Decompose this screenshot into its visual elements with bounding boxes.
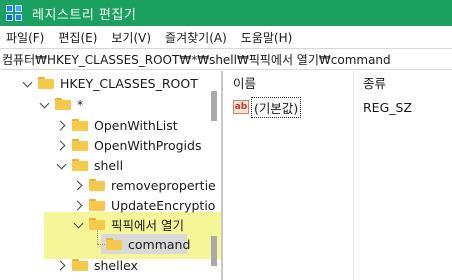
title-bar: 레지스트리 편집기 bbox=[0, 0, 452, 26]
registry-app-icon bbox=[6, 5, 22, 21]
tree-scrollbar[interactable] bbox=[211, 83, 217, 280]
value-name[interactable]: (기본값) bbox=[251, 96, 302, 118]
tree-node-hkcr[interactable]: HKEY_CLASSES_ROOT bbox=[22, 73, 198, 93]
column-header-name[interactable]: 이름 bbox=[233, 71, 256, 93]
collapse-arrow-icon[interactable] bbox=[73, 218, 85, 230]
expand-arrow-icon[interactable] bbox=[56, 259, 68, 271]
expand-arrow-icon[interactable] bbox=[73, 179, 85, 191]
menu-favorites[interactable]: 즐겨찾기(A) bbox=[159, 29, 235, 46]
window-title: 레지스트리 편집기 bbox=[32, 7, 137, 23]
folder-icon bbox=[72, 159, 88, 171]
folder-icon bbox=[72, 139, 88, 151]
scrollbar-thumb[interactable] bbox=[211, 236, 217, 266]
tree-node-updateencryption[interactable]: UpdateEncryptio bbox=[73, 195, 215, 215]
menu-view[interactable]: 보기(V) bbox=[105, 29, 159, 46]
values-pane: 이름 종류 ab (기본값) REG_SZ bbox=[223, 71, 452, 280]
value-type: REG_SZ bbox=[363, 99, 413, 115]
value-row-default[interactable]: ab (기본값) bbox=[233, 96, 302, 118]
menu-file[interactable]: 파일(F) bbox=[0, 29, 52, 46]
tree-node-star[interactable]: * bbox=[39, 94, 83, 114]
tree-node-shellex[interactable]: shellex bbox=[56, 255, 138, 275]
collapse-arrow-icon[interactable] bbox=[22, 77, 34, 89]
address-bar[interactable]: 컴퓨터₩HKEY_CLASSES_ROOT₩*₩shell₩픽픽에서 열기₩co… bbox=[0, 48, 452, 70]
tree-node-removeproperties[interactable]: removepropertie bbox=[73, 175, 216, 195]
column-separator[interactable] bbox=[353, 71, 354, 280]
folder-icon bbox=[55, 98, 71, 110]
string-value-icon: ab bbox=[233, 100, 249, 114]
key-tree-pane: HKEY_CLASSES_ROOT * OpenWithList OpenWit… bbox=[0, 71, 221, 280]
tree-node-picpick-open[interactable]: 픽픽에서 열기 bbox=[73, 214, 184, 234]
content-area: HKEY_CLASSES_ROOT * OpenWithList OpenWit… bbox=[0, 71, 452, 280]
folder-icon bbox=[89, 179, 105, 191]
menu-help[interactable]: 도움말(H) bbox=[235, 29, 301, 46]
tree-node-openwithprogids[interactable]: OpenWithProgids bbox=[56, 135, 201, 155]
folder-icon bbox=[89, 218, 105, 230]
expand-arrow-icon[interactable] bbox=[56, 119, 68, 131]
tree-node-command[interactable]: command bbox=[102, 234, 190, 254]
tree-node-openwithlist[interactable]: OpenWithList bbox=[56, 115, 178, 135]
folder-icon bbox=[72, 119, 88, 131]
folder-icon bbox=[72, 259, 88, 271]
menu-edit[interactable]: 편집(E) bbox=[52, 29, 105, 46]
address-path[interactable]: 컴퓨터₩HKEY_CLASSES_ROOT₩*₩shell₩픽픽에서 열기₩co… bbox=[2, 51, 391, 68]
expand-arrow-icon[interactable] bbox=[73, 199, 85, 211]
collapse-arrow-icon[interactable] bbox=[56, 159, 68, 171]
folder-icon bbox=[38, 77, 54, 89]
column-header-type[interactable]: 종류 bbox=[363, 71, 386, 93]
collapse-arrow-icon[interactable] bbox=[39, 98, 51, 110]
tree-node-shell[interactable]: shell bbox=[56, 155, 123, 175]
scrollbar-thumb[interactable] bbox=[211, 91, 217, 121]
folder-icon bbox=[106, 238, 122, 250]
menu-bar: 파일(F) 편집(E) 보기(V) 즐겨찾기(A) 도움말(H) bbox=[0, 26, 452, 48]
expand-arrow-icon[interactable] bbox=[56, 139, 68, 151]
folder-icon bbox=[89, 199, 105, 211]
